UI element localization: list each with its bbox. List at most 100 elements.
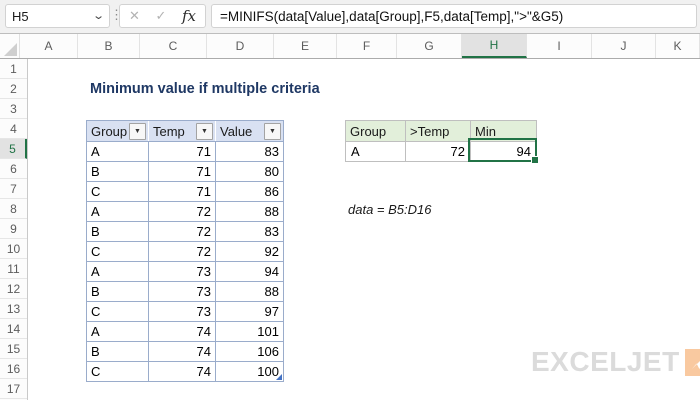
data-cell[interactable]: 72 [149, 241, 216, 261]
row-header-17[interactable]: 17 [0, 379, 27, 399]
header-label: Value [220, 123, 253, 139]
data-cell[interactable]: C [87, 361, 149, 381]
data-cell[interactable]: 88 [216, 201, 283, 221]
row-header-11[interactable]: 11 [0, 259, 27, 279]
data-cell[interactable]: A [87, 261, 149, 281]
data-table-header-row: Group ▼ Temp ▼ Value ▼ [87, 121, 283, 141]
data-cell[interactable]: B [87, 161, 149, 181]
filter-dropdown-icon[interactable]: ▼ [129, 122, 146, 140]
data-cell[interactable]: 100 [216, 361, 283, 381]
row-header-8[interactable]: 8 [0, 199, 27, 219]
column-header-H[interactable]: H [462, 34, 527, 58]
column-header-B[interactable]: B [78, 34, 140, 58]
data-table-row: A 72 88 [87, 201, 283, 221]
data-table-header-value[interactable]: Value ▼ [216, 121, 283, 141]
data-cell[interactable]: A [87, 141, 149, 161]
column-header-G[interactable]: G [397, 34, 462, 58]
select-all-triangle-icon [4, 43, 17, 56]
formula-input[interactable]: =MINIFS(data[Value],data[Group],F5,data[… [211, 4, 697, 28]
column-header-D[interactable]: D [207, 34, 274, 58]
enter-icon[interactable]: ✓ [155, 8, 166, 24]
row-header-16[interactable]: 16 [0, 359, 27, 379]
row-headers: 1 2 3 4 5 6 7 8 9 10 11 12 13 14 15 16 17 [0, 59, 28, 400]
header-label: Group [91, 123, 128, 139]
insert-function-icon[interactable]: fx [182, 7, 196, 25]
name-box[interactable]: H5 ⌄ [5, 4, 110, 28]
data-cell[interactable]: 73 [149, 261, 216, 281]
data-cell[interactable]: 94 [216, 261, 283, 281]
column-header-C[interactable]: C [140, 34, 207, 58]
column-headers: ABCDEFGHIJK [0, 34, 700, 59]
data-cell[interactable]: 92 [216, 241, 283, 261]
column-header-K[interactable]: K [656, 34, 700, 58]
data-cell[interactable]: 101 [216, 321, 283, 341]
row-header-1[interactable]: 1 [0, 59, 27, 79]
fill-handle[interactable] [531, 156, 539, 164]
data-cell[interactable]: 72 [149, 221, 216, 241]
data-cell[interactable]: B [87, 281, 149, 301]
data-cell[interactable]: 83 [216, 141, 283, 161]
data-table-row: C 74 100 [87, 361, 283, 381]
row-header-13[interactable]: 13 [0, 299, 27, 319]
criteria-header-temp: >Temp [406, 121, 471, 141]
formula-bar: H5 ⌄ ⋮ ✕ ✓ fx =MINIFS(data[Value],data[G… [0, 0, 700, 34]
data-cell[interactable]: 86 [216, 181, 283, 201]
data-cell[interactable]: 88 [216, 281, 283, 301]
filter-dropdown-icon[interactable]: ▼ [196, 122, 213, 140]
row-header-10[interactable]: 10 [0, 239, 27, 259]
row-header-9[interactable]: 9 [0, 219, 27, 239]
data-cell[interactable]: B [87, 221, 149, 241]
data-table-row: B 73 88 [87, 281, 283, 301]
data-cell[interactable]: 74 [149, 321, 216, 341]
row-header-14[interactable]: 14 [0, 319, 27, 339]
row-header-12[interactable]: 12 [0, 279, 27, 299]
data-cell[interactable]: 73 [149, 281, 216, 301]
data-cell[interactable]: C [87, 301, 149, 321]
data-table-row: B 74 106 [87, 341, 283, 361]
data-table-header-temp[interactable]: Temp ▼ [149, 121, 216, 141]
data-cell[interactable]: 106 [216, 341, 283, 361]
data-table-row: A 73 94 [87, 261, 283, 281]
filter-dropdown-icon[interactable]: ▼ [264, 122, 281, 140]
data-cell[interactable]: 72 [149, 201, 216, 221]
row-header-2[interactable]: 2 [0, 79, 27, 99]
data-cell[interactable]: A [87, 201, 149, 221]
chevron-down-icon[interactable]: ⌄ [92, 11, 105, 22]
select-all-button[interactable] [0, 34, 20, 58]
cancel-icon[interactable]: ✕ [129, 8, 140, 24]
column-header-J[interactable]: J [592, 34, 656, 58]
data-table-header-group[interactable]: Group ▼ [87, 121, 149, 141]
column-header-I[interactable]: I [527, 34, 592, 58]
data-cell[interactable]: 74 [149, 341, 216, 361]
data-cell[interactable]: 83 [216, 221, 283, 241]
column-header-E[interactable]: E [274, 34, 337, 58]
row-header-4[interactable]: 4 [0, 119, 27, 139]
data-cell[interactable]: 73 [149, 301, 216, 321]
data-cell[interactable]: 80 [216, 161, 283, 181]
row-header-3[interactable]: 3 [0, 99, 27, 119]
data-cell[interactable]: B [87, 341, 149, 361]
worksheet-title: Minimum value if multiple criteria [90, 81, 320, 97]
criteria-cell[interactable]: 72 [406, 141, 471, 161]
criteria-header-group: Group [346, 121, 406, 141]
column-header-F[interactable]: F [337, 34, 397, 58]
data-cell[interactable]: 74 [149, 361, 216, 381]
column-header-A[interactable]: A [20, 34, 78, 58]
data-cell[interactable]: C [87, 241, 149, 261]
criteria-cell[interactable]: A [346, 141, 406, 161]
table-resize-handle[interactable] [276, 374, 282, 380]
data-table-row: C 73 97 [87, 301, 283, 321]
data-cell[interactable]: 71 [149, 161, 216, 181]
data-cell[interactable]: 71 [149, 141, 216, 161]
selected-cell-outline[interactable] [468, 138, 539, 164]
exceljet-logo: EXCELJET [531, 346, 700, 378]
row-header-5[interactable]: 5 [0, 139, 27, 159]
row-header-7[interactable]: 7 [0, 179, 27, 199]
data-cell[interactable]: 71 [149, 181, 216, 201]
row-header-6[interactable]: 6 [0, 159, 27, 179]
data-cell[interactable]: 97 [216, 301, 283, 321]
range-annotation: data = B5:D16 [348, 202, 432, 217]
row-header-15[interactable]: 15 [0, 339, 27, 359]
data-cell[interactable]: A [87, 321, 149, 341]
data-cell[interactable]: C [87, 181, 149, 201]
